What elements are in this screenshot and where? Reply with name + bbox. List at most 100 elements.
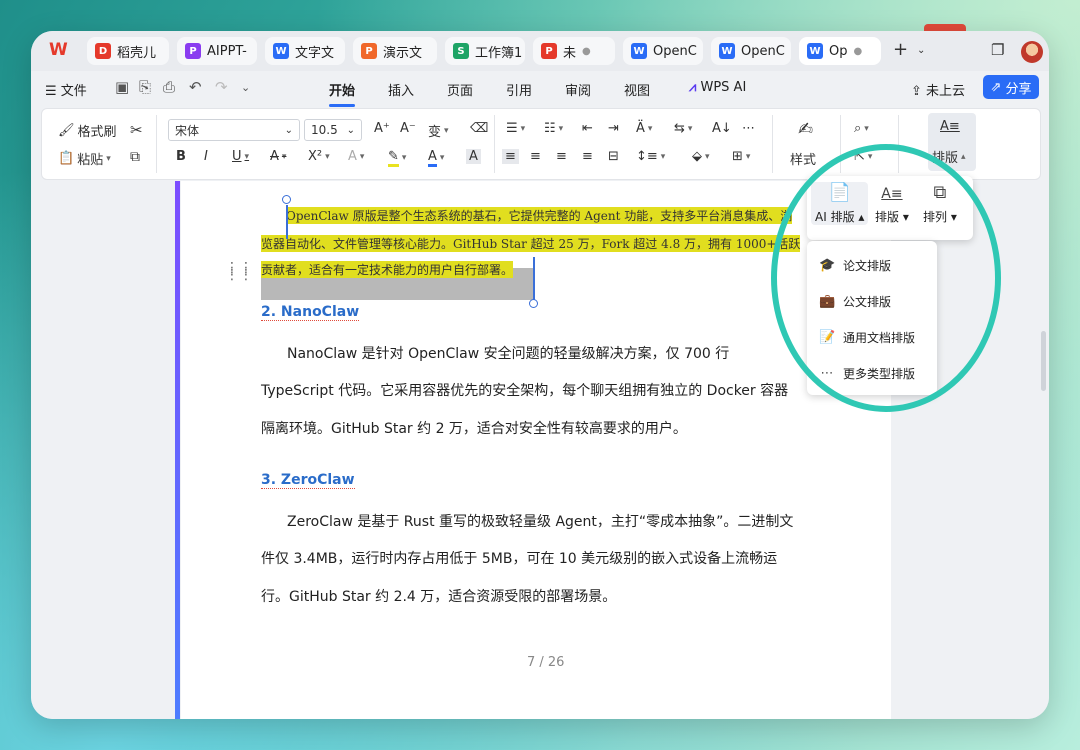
shading-icon[interactable]: ⬙ ▾ — [692, 149, 710, 164]
clear-format-icon[interactable]: ⌫ — [470, 121, 488, 136]
wps-ai-icon: ⩘ — [689, 80, 697, 95]
strikethrough-icon[interactable]: A ▾ — [270, 149, 286, 164]
tab-review[interactable]: 审阅 — [565, 80, 591, 99]
numbered-list-icon[interactable]: ☷ ▾ — [544, 121, 563, 136]
tab-8[interactable]: W Op ● — [799, 37, 881, 65]
underline-icon[interactable]: U ▾ — [232, 149, 249, 164]
tab-label: 未 — [563, 45, 577, 61]
paragraph-line: ZeroClaw 是基于 Rust 重写的极致轻量级 Agent，主打“零成本抽… — [287, 514, 794, 530]
tab-1[interactable]: P AIPPT- — [177, 37, 257, 65]
decrease-indent-icon[interactable]: ⇤ — [582, 121, 593, 136]
tab-label: OpenC — [653, 43, 697, 59]
increase-indent-icon[interactable]: ⇥ — [608, 121, 619, 136]
tab-2[interactable]: W 文字文 — [265, 37, 345, 65]
cut-icon[interactable]: ✂ — [130, 121, 143, 139]
tab-menu-chevron-icon[interactable]: ⌄ — [917, 45, 925, 56]
share-button[interactable]: ⇗ 分享 — [983, 75, 1039, 99]
tab-page[interactable]: 页面 — [447, 80, 473, 99]
chinese-layout-icon[interactable]: Ä ▾ — [636, 121, 652, 136]
styles-icon[interactable]: ✍ — [798, 119, 813, 140]
align-left-icon[interactable]: ≡ — [502, 149, 519, 164]
docer-icon: D — [95, 43, 111, 59]
quick-access-chevron-icon[interactable]: ⌄ — [241, 81, 250, 94]
highlight-color-icon[interactable]: ✎ ▾ — [388, 149, 406, 167]
window-restore-icon[interactable]: ❐ — [991, 41, 1004, 59]
font-size-select[interactable]: 10.5 ⌄ — [304, 119, 362, 141]
line-spacing-icon[interactable]: ↕≡ ▾ — [636, 149, 665, 164]
cloud-status[interactable]: ⇪ 未上云 — [911, 80, 965, 99]
distributed-icon[interactable]: ⊟ — [608, 149, 619, 164]
share-icon: ⇗ — [990, 79, 1002, 95]
tab-insert[interactable]: 插入 — [388, 80, 414, 99]
styles-button[interactable]: 样式 — [790, 149, 816, 168]
wps-ai-button[interactable]: ⩘ WPS AI — [689, 80, 746, 95]
tab-view[interactable]: 视图 — [624, 80, 650, 99]
tab-label: 演示文 — [383, 45, 423, 61]
print-icon[interactable]: ⎙ — [163, 78, 175, 96]
paragraph-line: NanoClaw 是针对 OpenClaw 安全问题的轻量级解决方案，仅 700… — [287, 346, 730, 362]
avatar[interactable] — [1021, 41, 1043, 63]
pdf-icon: P — [541, 43, 557, 59]
borders-icon[interactable]: ⊞ ▾ — [732, 149, 750, 164]
bold-icon[interactable]: B — [176, 149, 186, 164]
redo-icon[interactable]: ↷ — [215, 78, 228, 96]
format-painter-button[interactable]: 🖌 格式刷 — [58, 121, 117, 140]
font-family-select[interactable]: 宋体 ⌄ — [168, 119, 300, 141]
tab-6[interactable]: W OpenC — [623, 37, 703, 65]
save-icon[interactable]: ▣ — [115, 78, 129, 96]
text-direction-icon[interactable]: ⇆ ▾ — [674, 121, 692, 136]
spreadsheet-icon: S — [453, 43, 469, 59]
paragraph-line: TypeScript 代码。它采用容器优先的安全架构，每个聊天组拥有独立的 Do… — [261, 383, 789, 399]
find-icon[interactable]: ⌕ ▾ — [854, 121, 869, 136]
writer-icon: W — [631, 43, 647, 59]
copy-icon[interactable]: ⧉ — [130, 149, 140, 165]
font-color-icon[interactable]: A ▾ — [428, 149, 444, 167]
highlighted-line[interactable]: OpenClaw 原版是整个生态系统的基石，它提供完整的 Agent 功能，支持… — [286, 207, 793, 224]
wps-window: W D 稻壳儿 P AIPPT- W 文字文 P 演示文 S 工作簿1 P 未 ● W OpenC W Open… — [31, 31, 1049, 719]
aippt-icon: P — [185, 43, 201, 59]
sort-icon[interactable]: A↓ — [712, 121, 732, 136]
selection-start-handle[interactable] — [282, 195, 291, 204]
shrink-font-icon[interactable]: A⁻ — [400, 121, 416, 136]
phonetic-guide-icon[interactable]: 变 ▾ — [428, 121, 449, 140]
file-menu[interactable]: ☰ 文件 — [45, 80, 87, 99]
align-center-icon[interactable]: ≡ — [530, 149, 541, 164]
show-marks-icon[interactable]: ⋯ — [742, 121, 755, 136]
bullet-list-icon[interactable]: ☰ ▾ — [506, 121, 525, 136]
paste-button[interactable]: 📋 粘贴 ▾ — [58, 149, 111, 168]
tab-references[interactable]: 引用 — [506, 80, 532, 99]
align-right-icon[interactable]: ≡ — [556, 149, 567, 164]
text-effects-icon[interactable]: A ▾ — [348, 149, 364, 164]
selection-end-handle[interactable] — [529, 299, 538, 308]
typeset-icon: A≡ — [940, 119, 960, 134]
tab-0[interactable]: D 稻壳儿 — [87, 37, 169, 65]
wps-logo-icon[interactable]: W — [49, 40, 68, 60]
tab-status-dot-icon: ● — [853, 45, 863, 57]
justify-icon[interactable]: ≡ — [582, 149, 593, 164]
new-tab-plus-icon[interactable]: + — [893, 39, 908, 60]
tab-3[interactable]: P 演示文 — [353, 37, 437, 65]
italic-icon[interactable]: I — [204, 149, 208, 164]
tab-5[interactable]: P 未 ● — [533, 37, 615, 65]
paragraph-line: 隔离环境。GitHub Star 约 2 万，适合对安全性有较高要求的用户。 — [261, 421, 687, 437]
menu-bar: ☰ 文件 ▣ ⎘ ⎙ ↶ ↷ ⌄ 开始 插入 页面 引用 审阅 视图 ⩘ WPS… — [31, 71, 1049, 107]
tab-start[interactable]: 开始 — [329, 80, 356, 107]
page-indicator: 7 / 26 — [527, 655, 565, 670]
presentation-icon: P — [361, 43, 377, 59]
vertical-scrollbar[interactable] — [1041, 331, 1046, 391]
superscript-icon[interactable]: X² ▾ — [308, 149, 330, 164]
highlighted-line[interactable]: 览器自动化、文件管理等核心能力。GitHub Star 超过 25 万，Fork… — [261, 235, 801, 252]
export-pdf-icon[interactable]: ⎘ — [139, 78, 151, 96]
grow-font-icon[interactable]: A⁺ — [374, 121, 390, 136]
selection-end-line — [533, 257, 535, 301]
char-shading-icon[interactable]: A — [466, 149, 481, 164]
paragraph-line: 件仅 3.4MB，运行时内存占用低于 5MB，可在 10 美元级别的嵌入式设备上… — [261, 551, 778, 567]
drag-handle-icon[interactable]: ⋮⋮ ⋮⋮ — [225, 261, 253, 282]
paste-icon: 📋 — [58, 151, 75, 166]
tab-7[interactable]: W OpenC — [711, 37, 791, 65]
highlighted-line[interactable]: 贡献者，适合有一定技术能力的用户自行部署。 — [261, 261, 514, 278]
writer-icon: W — [719, 43, 735, 59]
undo-icon[interactable]: ↶ — [189, 78, 202, 96]
tab-4[interactable]: S 工作簿1 — [445, 37, 525, 65]
paragraph-line: 行。GitHub Star 约 2.4 万，适合资源受限的部署场景。 — [261, 589, 617, 605]
